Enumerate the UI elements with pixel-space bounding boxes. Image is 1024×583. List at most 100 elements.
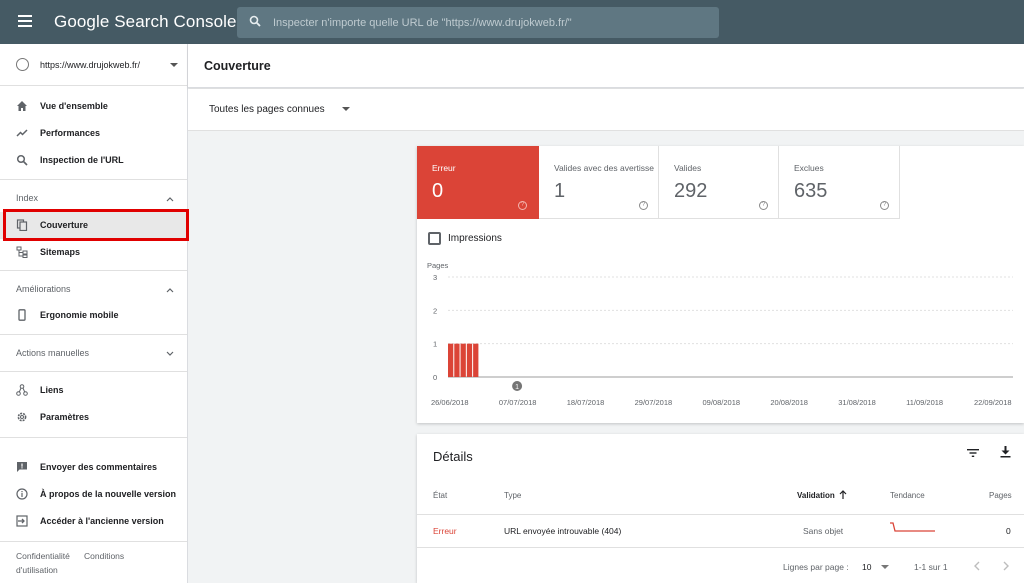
next-page-icon[interactable] xyxy=(1002,561,1010,571)
x-tick-label: 31/08/2018 xyxy=(838,398,876,406)
exit-icon xyxy=(16,515,28,527)
sidebar-item-about[interactable]: À propos de la nouvelle version xyxy=(0,481,187,508)
x-tick-label: 07/07/2018 xyxy=(499,398,537,406)
divider xyxy=(0,270,187,271)
chart-bar xyxy=(466,343,473,377)
column-header-type[interactable]: Type xyxy=(504,491,521,500)
row-validation: Sans objet xyxy=(803,526,844,536)
sidebar-item-label: Inspection de l'URL xyxy=(40,155,124,165)
menu-icon[interactable] xyxy=(18,15,32,27)
chart-bar xyxy=(473,343,479,377)
column-header-state[interactable]: État xyxy=(433,491,447,500)
divider xyxy=(0,371,187,372)
tile-value: 1 xyxy=(554,180,566,202)
pagination-range: 1-1 sur 1 xyxy=(914,562,948,572)
filter-icon[interactable] xyxy=(967,448,979,458)
app-title[interactable]: Google Search Console xyxy=(54,12,237,32)
sidebar-item-label: Sitemaps xyxy=(40,247,81,257)
feedback-icon xyxy=(17,462,27,472)
sidebar-item-old-version[interactable]: Accéder à l'ancienne version xyxy=(0,508,187,535)
x-tick-label: 22/09/2018 xyxy=(974,398,1012,406)
sidebar-item-label: Accéder à l'ancienne version xyxy=(40,516,164,526)
sidebar-item-settings[interactable]: Paramètres xyxy=(0,404,187,431)
details-card: Détails État Type Validation Tendance Pa… xyxy=(417,434,1024,583)
dropdown-arrow-icon[interactable] xyxy=(881,565,889,569)
tile-valid-with-warnings[interactable]: Valides avec des avertissements 1 ? xyxy=(539,146,659,219)
sidebar-item-links[interactable]: Liens xyxy=(0,377,187,404)
sidebar-item-label: Performances xyxy=(40,128,101,138)
x-tick-label: 29/07/2018 xyxy=(635,398,673,406)
property-label: https://www.drujokweb.fr/ xyxy=(40,60,141,70)
y-tick-label: 3 xyxy=(433,273,437,282)
tile-error[interactable]: Erreur 0 ? xyxy=(417,146,539,219)
coverage-chart: Pages 0 1 2 3 26/06/2018 07/07/2018 18/07/2018 2… xyxy=(427,261,1013,406)
terms-link[interactable]: Conditions xyxy=(84,551,124,561)
y-tick-label: 0 xyxy=(433,373,437,382)
sidebar-item-sitemaps[interactable]: Sitemaps xyxy=(0,239,187,266)
help-icon[interactable]: ? xyxy=(759,201,768,210)
column-header-validation[interactable]: Validation xyxy=(797,491,835,500)
privacy-link[interactable]: Confidentialité xyxy=(16,551,70,561)
phone-icon xyxy=(18,309,26,321)
x-tick-label: 26/06/2018 xyxy=(431,398,469,406)
page-header: Couverture xyxy=(188,44,1024,88)
dropdown-arrow-icon[interactable] xyxy=(342,107,350,111)
column-header-trend[interactable]: Tendance xyxy=(890,491,925,500)
search-icon xyxy=(16,154,28,166)
divider xyxy=(0,437,187,438)
x-tick-label: 18/07/2018 xyxy=(567,398,605,406)
chevron-up-icon[interactable] xyxy=(166,195,174,203)
chart-bar xyxy=(454,343,460,377)
previous-page-icon[interactable] xyxy=(973,561,981,571)
search-icon xyxy=(249,15,261,27)
tile-excluded[interactable]: Exclues 635 ? xyxy=(779,146,900,219)
chevron-up-icon[interactable] xyxy=(166,286,174,294)
divider xyxy=(0,334,187,335)
details-title: Détails xyxy=(433,449,473,464)
sidebar-item-url-inspection[interactable]: Inspection de l'URL xyxy=(0,147,187,174)
help-icon[interactable]: ? xyxy=(880,201,889,210)
sidebar-item-label: Paramètres xyxy=(40,412,90,422)
sort-arrow-up-icon[interactable] xyxy=(839,490,847,499)
highlight-annotation xyxy=(3,209,189,241)
sidebar-item-label: Vue d'ensemble xyxy=(40,101,108,111)
tile-valid[interactable]: Valides 292 ? xyxy=(659,146,779,219)
tile-label: Erreur xyxy=(432,163,456,173)
terms-link-continued[interactable]: d'utilisation xyxy=(16,565,58,575)
sidebar-item-label: Liens xyxy=(40,385,64,395)
sidebar-item-mobile-usability[interactable]: Ergonomie mobile xyxy=(0,302,187,329)
column-header-pages[interactable]: Pages xyxy=(989,491,1012,500)
sidebar-item-label: Ergonomie mobile xyxy=(40,310,119,320)
home-icon xyxy=(17,101,27,111)
download-icon[interactable] xyxy=(1000,446,1011,458)
annotation-label: 1 xyxy=(515,384,519,391)
dropdown-arrow-icon[interactable] xyxy=(170,63,178,67)
url-inspection-search[interactable] xyxy=(237,7,719,38)
sidebar: https://www.drujokweb.fr/ Vue d'ensemble… xyxy=(0,44,188,583)
chart-bar xyxy=(448,343,454,377)
property-selector[interactable]: https://www.drujokweb.fr/ xyxy=(0,44,187,86)
y-tick-label: 2 xyxy=(433,306,437,315)
help-icon[interactable]: ? xyxy=(639,201,648,210)
rows-per-page-label: Lignes par page : xyxy=(783,562,849,572)
row-state: Erreur xyxy=(433,526,457,536)
sidebar-item-label: À propos de la nouvelle version xyxy=(40,489,177,499)
section-title-manual-actions: Actions manuelles xyxy=(16,348,90,358)
impressions-checkbox[interactable] xyxy=(428,232,441,245)
top-app-bar: Google Search Console xyxy=(0,0,1024,44)
search-input[interactable] xyxy=(273,7,713,38)
rows-per-page-select[interactable]: 10 xyxy=(862,562,871,572)
coverage-summary-card: Erreur 0 ? Valides avec des avertissemen… xyxy=(417,146,1024,423)
sidebar-item-performance[interactable]: Performances xyxy=(0,120,187,147)
chevron-down-icon[interactable] xyxy=(166,350,174,358)
sidebar-item-overview[interactable]: Vue d'ensemble xyxy=(0,93,187,120)
trending-up-icon xyxy=(16,129,28,137)
section-title-improvements: Améliorations xyxy=(16,284,71,294)
row-divider xyxy=(417,547,1024,548)
divider xyxy=(0,179,187,180)
links-icon xyxy=(16,384,28,396)
pages-filter-dropdown[interactable]: Toutes les pages connues xyxy=(209,104,325,115)
sitemap-icon xyxy=(16,246,28,258)
help-icon[interactable]: ? xyxy=(518,201,527,210)
sidebar-item-feedback[interactable]: Envoyer des commentaires xyxy=(0,454,187,481)
